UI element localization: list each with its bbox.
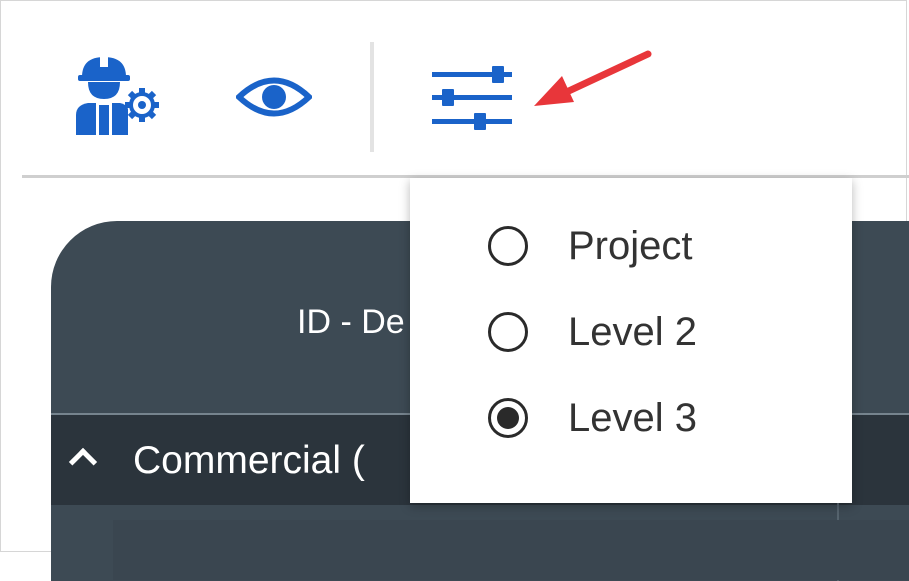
option-label: Project	[568, 224, 693, 268]
filter-sliders-icon	[432, 66, 512, 130]
sub-row	[113, 520, 909, 580]
chevron-up-icon[interactable]	[68, 447, 98, 477]
engineer-settings-button[interactable]	[74, 55, 160, 137]
option-label: Level 2	[568, 310, 697, 354]
eye-icon	[234, 77, 314, 117]
engineer-settings-icon	[76, 55, 159, 135]
toolbar	[0, 0, 909, 175]
level-dropdown-menu: Project Level 2 Level 3	[410, 178, 852, 503]
toolbar-divider	[370, 42, 374, 152]
option-level-3[interactable]: Level 3	[488, 388, 828, 448]
option-project[interactable]: Project	[488, 216, 828, 276]
panel-header-text: ID - De	[297, 303, 405, 341]
radio-level-3[interactable]	[488, 398, 528, 438]
group-label: Commercial (	[133, 439, 365, 482]
view-button[interactable]	[234, 72, 314, 122]
annotation-arrow-icon	[534, 50, 652, 106]
filter-button[interactable]	[432, 64, 514, 132]
option-label: Level 3	[568, 396, 697, 440]
radio-project[interactable]	[488, 226, 528, 266]
option-level-2[interactable]: Level 2	[488, 302, 828, 362]
radio-level-2[interactable]	[488, 312, 528, 352]
